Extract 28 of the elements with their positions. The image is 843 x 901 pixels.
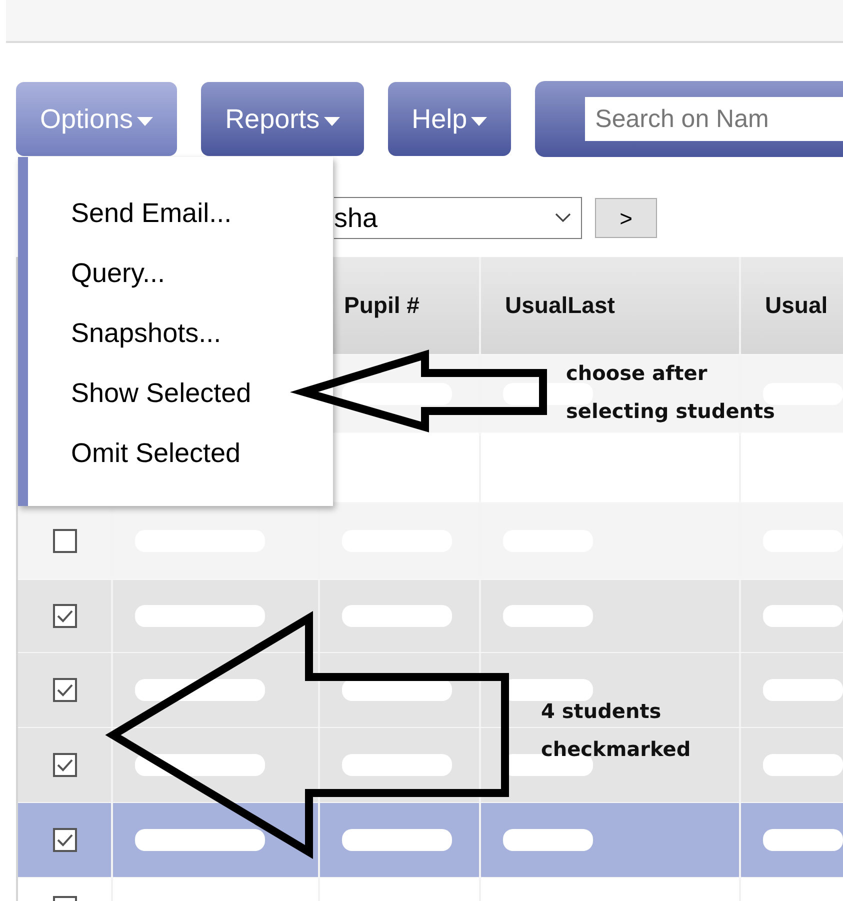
caret-icon — [324, 116, 340, 126]
menu-item[interactable]: Snapshots... — [71, 313, 222, 373]
table-row[interactable] — [18, 727, 843, 802]
menu-item[interactable]: Send Email... — [71, 193, 232, 253]
go-button[interactable]: > — [595, 198, 657, 238]
menu-item[interactable]: Omit Selected — [71, 433, 241, 493]
row-checkbox[interactable] — [52, 529, 76, 553]
table-row[interactable] — [18, 802, 843, 877]
search-field[interactable]: Search on Nam — [585, 97, 843, 141]
caret-icon — [471, 116, 488, 126]
menu-item[interactable]: Query... — [71, 253, 166, 313]
check-icon — [56, 758, 72, 772]
row-checkbox[interactable] — [52, 753, 76, 777]
filter-select[interactable]: sha — [334, 197, 582, 239]
menu-button[interactable]: Reports — [201, 82, 364, 156]
annotation-text: choose after selecting students — [566, 360, 775, 425]
check-icon — [56, 610, 72, 622]
caret-icon — [137, 116, 154, 126]
check-icon — [56, 834, 72, 846]
row-checkbox[interactable] — [52, 828, 76, 852]
row-checkbox[interactable] — [52, 604, 76, 628]
chevron-down-icon — [555, 213, 571, 223]
menu-button[interactable]: Help — [388, 82, 512, 156]
annotation-text: 4 students checkmarked — [541, 698, 691, 763]
row-checkbox[interactable] — [52, 678, 76, 702]
table-row[interactable] — [18, 652, 843, 727]
menu-item[interactable]: Show Selected — [71, 373, 252, 433]
check-icon — [56, 684, 72, 696]
